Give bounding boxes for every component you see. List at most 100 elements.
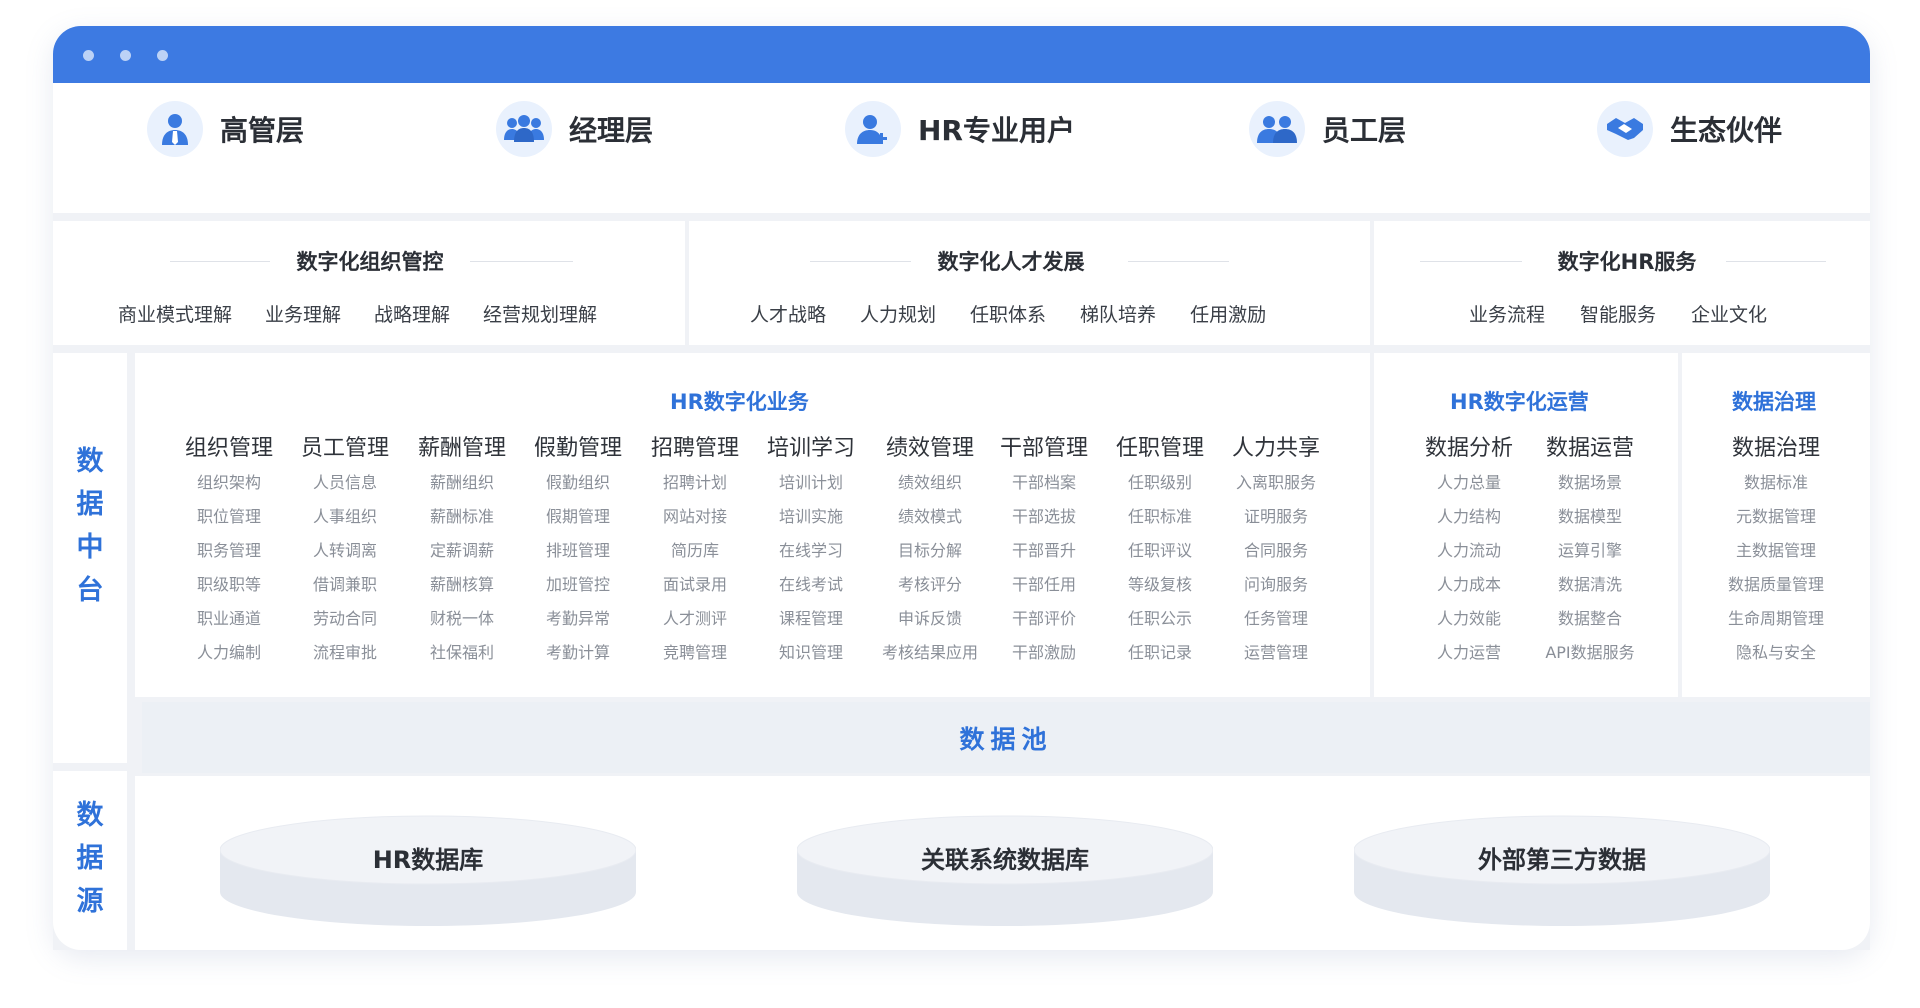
module-item: 职位管理 (196, 507, 261, 526)
operations-column: 数据分析 人力总量 人力结构 人力流动 人力成本 人力效能 人力运营 (1419, 430, 1519, 670)
divider-line (1128, 261, 1229, 262)
module-item: 任职公示 (1127, 609, 1192, 628)
capability-items: 商业模式理解 业务理解 战略理解 经营规划理解 (118, 300, 597, 327)
window-titlebar (53, 26, 1870, 83)
module-column: 干部管理 干部档案 干部选拔 干部晋升 干部任用 干部评价 干部激励 (994, 430, 1094, 670)
module-item: 绩效模式 (897, 507, 962, 526)
module-head: 招聘管理 (650, 436, 739, 461)
module-item: 生命周期管理 (1727, 609, 1824, 628)
module-item: 薪酬标准 (429, 507, 494, 526)
module-item: 职务管理 (196, 541, 261, 560)
module-column: 人力共享 入离职服务 证明服务 合同服务 问询服务 任务管理 运营管理 (1226, 430, 1326, 670)
module-head: 干部管理 (999, 436, 1088, 461)
module-item: 考勤异常 (545, 609, 610, 628)
module-item: 元数据管理 (1735, 507, 1816, 526)
module-item: 简历库 (670, 541, 719, 560)
module-item: 目标分解 (897, 541, 962, 560)
module-item: 薪酬组织 (429, 473, 494, 492)
module-head: 绩效管理 (885, 436, 974, 461)
module-item: 问询服务 (1243, 575, 1308, 594)
operations-column: 数据运营 数据场景 数据模型 运算引擎 数据清洗 数据整合 API数据服务 (1530, 430, 1650, 670)
module-item: 证明服务 (1243, 507, 1308, 526)
window-dot-icon (120, 50, 131, 61)
user-manager: 经理层 (496, 99, 653, 159)
module-item: 财税一体 (429, 609, 494, 628)
module-head: 假勤管理 (533, 436, 622, 461)
module-item: 培训实施 (778, 507, 843, 526)
divider-line (470, 261, 573, 262)
middle-label-char: 据 (76, 489, 104, 520)
module-item: 人力结构 (1436, 507, 1501, 526)
capability-item: 业务流程 (1469, 304, 1546, 326)
module-item: 合同服务 (1243, 541, 1308, 560)
module-item: 申诉反馈 (897, 609, 962, 628)
module-item: 考勤计算 (545, 643, 610, 662)
user-label: 生态伙伴 (1670, 114, 1783, 147)
user-employee: 员工层 (1249, 99, 1406, 159)
module-column: 招聘管理 招聘计划 网站对接 简历库 面试录用 人才测评 竞聘管理 (645, 430, 745, 670)
module-item: 排班管理 (545, 541, 610, 560)
module-item: 运营管理 (1243, 643, 1308, 662)
business-title: HR数字化业务 (670, 390, 809, 414)
module-item: 网站对接 (662, 507, 727, 526)
module-item: 招聘计划 (662, 473, 727, 492)
database-cylinder: 关联系统数据库 (797, 812, 1213, 928)
divider-line (1726, 261, 1826, 262)
module-head: 数据治理 (1731, 436, 1820, 461)
module-item: 组织架构 (196, 473, 261, 492)
module-item: 干部任用 (1011, 575, 1076, 594)
middle-label-char: 中 (76, 532, 104, 563)
module-item: 人力成本 (1436, 575, 1501, 594)
window-dot-icon (157, 50, 168, 61)
module-item: API数据服务 (1545, 643, 1635, 662)
middle-label-char: 台 (76, 575, 104, 606)
module-column: 绩效管理 绩效组织 绩效模式 目标分解 考核评分 申诉反馈 考核结果应用 (870, 430, 990, 670)
module-item: 课程管理 (778, 609, 843, 628)
governance-column: 数据治理 数据标准 元数据管理 主数据管理 数据质量管理 生命周期管理 隐私与安… (1716, 430, 1836, 670)
governance-title: 数据治理 (1732, 390, 1816, 414)
module-item: 人力总量 (1436, 473, 1501, 492)
employees-icon (1249, 101, 1305, 157)
capability-title: 数字化HR服务 (1557, 250, 1697, 274)
module-item: 定薪调薪 (429, 541, 494, 560)
capability-item: 任职体系 (970, 304, 1047, 326)
user-executive: 高管层 (147, 99, 304, 159)
module-head: 数据分析 (1424, 436, 1513, 461)
module-item: 人转调离 (312, 541, 377, 560)
module-item: 加班管控 (545, 575, 610, 594)
module-head: 薪酬管理 (417, 436, 506, 461)
module-item: 人才测评 (662, 609, 727, 628)
module-item: 等级复核 (1127, 575, 1192, 594)
module-item: 数据整合 (1557, 609, 1622, 628)
module-item: 任职记录 (1127, 643, 1192, 662)
module-item: 干部档案 (1011, 473, 1076, 492)
handshake-icon (1597, 101, 1653, 157)
module-item: 考核结果应用 (881, 643, 978, 662)
user-label: HR专业用户 (918, 114, 1075, 147)
database-cylinder: 外部第三方数据 (1354, 812, 1770, 928)
data-source-label: 数 据 源 (53, 793, 127, 923)
module-item: 借调兼职 (312, 575, 377, 594)
module-item: 薪酬核算 (429, 575, 494, 594)
divider-line (170, 261, 270, 262)
middle-label-char: 数 (76, 446, 104, 477)
user-label: 员工层 (1322, 114, 1407, 147)
module-item: 人员信息 (312, 473, 377, 492)
database-label: 外部第三方数据 (1478, 846, 1646, 874)
capability-item: 商业模式理解 (118, 304, 233, 326)
data-pool-label: 数据池 (959, 724, 1053, 754)
module-item: 隐私与安全 (1735, 643, 1816, 662)
module-item: 在线学习 (778, 541, 843, 560)
module-head: 员工管理 (300, 436, 389, 461)
source-label-char: 源 (76, 885, 104, 917)
module-item: 职级职等 (196, 575, 261, 594)
module-head: 人力共享 (1231, 436, 1320, 461)
capability-item: 企业文化 (1691, 304, 1768, 326)
module-column: 假勤管理 假勤组织 假期管理 排班管理 加班管控 考勤异常 考勤计算 (528, 430, 628, 670)
capability-item: 战略理解 (374, 304, 451, 326)
module-head: 组织管理 (184, 436, 273, 461)
operations-title: HR数字化运营 (1450, 390, 1589, 414)
module-item: 绩效组织 (897, 473, 962, 492)
module-item: 流程审批 (312, 643, 377, 662)
module-item: 培训计划 (778, 473, 843, 492)
